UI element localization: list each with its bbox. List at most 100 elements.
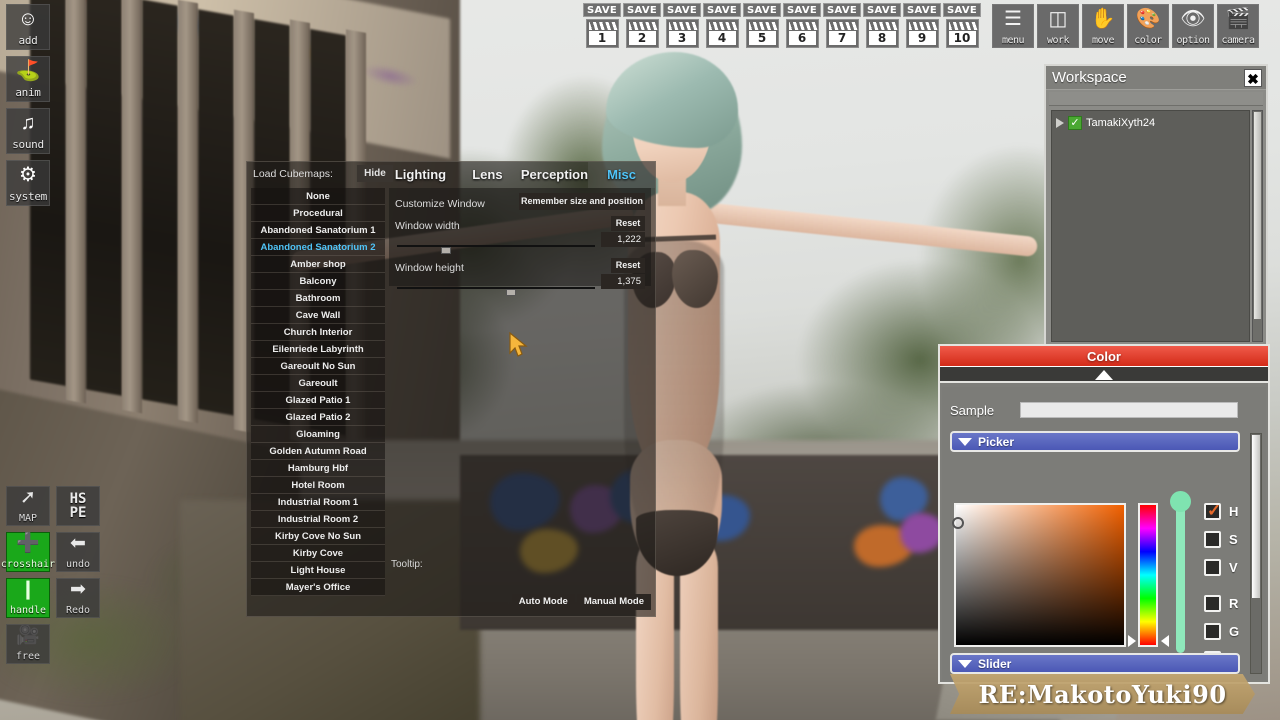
camera-button[interactable]: 🎬 camera [1217,4,1259,48]
menu-button[interactable]: ☰ menu [992,4,1034,48]
cubemap-item[interactable]: Church Interior [251,324,385,341]
save-slot-2[interactable]: SAVE 2 [623,3,661,48]
workspace-titlebar[interactable]: Workspace ✖ [1046,66,1266,90]
sv-cursor-icon[interactable] [952,517,964,529]
window-height-reset-button[interactable]: Reset [611,258,645,273]
color-panel-collapse-handle[interactable] [940,367,1268,383]
cubemap-item[interactable]: Cave Wall [251,307,385,324]
cubemap-item[interactable]: Industrial Room 1 [251,494,385,511]
window-width-slider-track[interactable] [397,245,595,254]
save-slot-3[interactable]: SAVE 3 [663,3,701,48]
window-height-slider-knob[interactable] [505,289,516,296]
tab-lighting[interactable]: Lighting [387,162,454,188]
cubemap-item[interactable]: Glazed Patio 2 [251,409,385,426]
window-width-reset-button[interactable]: Reset [611,216,645,231]
color-panel-title[interactable]: Color [940,346,1268,367]
checkbox-g[interactable] [1204,622,1221,640]
cubemap-item[interactable]: Golden Autumn Road [251,443,385,460]
save-slot-7[interactable]: SAVE 7 [823,3,861,48]
close-icon[interactable]: ✖ [1244,69,1262,87]
manual-mode-button[interactable]: Manual Mode [576,594,651,610]
cubemap-item[interactable]: Hamburg Hbf [251,460,385,477]
checkbox-v[interactable] [1204,558,1221,576]
checkbox-s[interactable] [1204,530,1221,548]
sample-swatch[interactable] [1020,402,1238,418]
color-panel-scrollbar[interactable] [1250,433,1262,674]
save-slot-4[interactable]: SAVE 4 [703,3,741,48]
cubemap-item[interactable]: Kirby Cove [251,545,385,562]
save-slot-1[interactable]: SAVE 1 [583,3,621,48]
cubemap-item[interactable]: Mayer's Office [251,579,385,596]
tool-redo-button[interactable]: ➡ Redo [56,578,100,618]
cubemap-item[interactable]: Industrial Room 2 [251,511,385,528]
save-slot-9[interactable]: SAVE 9 [903,3,941,48]
remember-size-position-button[interactable]: Remember size and position [519,193,645,210]
cubemap-item[interactable]: Eilenriede Labyrinth [251,341,385,358]
tab-perception[interactable]: Perception [521,162,588,188]
list-menu-icon: ☰ [1004,8,1022,30]
save-tag: SAVE [743,3,781,17]
hue-slider[interactable] [1138,503,1158,647]
picker-section-header[interactable]: Picker [950,431,1240,452]
save-slot-10[interactable]: SAVE 10 [943,3,981,48]
scrollbar-thumb[interactable] [1254,112,1261,319]
cubemap-item[interactable]: Light House [251,562,385,579]
tab-lens[interactable]: Lens [454,162,521,188]
cubemap-item[interactable]: Bathroom [251,290,385,307]
list-item[interactable]: ✓ TamakiXyth24 [1056,116,1245,130]
cubemap-item[interactable]: Abandoned Sanatorium 1 [251,222,385,239]
window-width-slider-knob[interactable] [440,247,451,254]
checkbox-h[interactable] [1204,501,1221,521]
cubemap-item[interactable]: Hotel Room [251,477,385,494]
tool-map-button[interactable]: ➚ MAP [6,486,50,526]
save-slot-6[interactable]: SAVE 6 [783,3,821,48]
cubemap-item[interactable]: Gloaming [251,426,385,443]
cubemap-item[interactable]: Gareoult No Sun [251,358,385,375]
auto-mode-button[interactable]: Auto Mode [511,594,575,610]
window-height-value[interactable]: 1,375 [601,274,645,289]
option-button[interactable]: 👁 option [1172,4,1214,48]
workspace-scrollbar[interactable] [1252,110,1263,342]
color-button[interactable]: 🎨 color [1127,4,1169,48]
tool-crosshair-button[interactable]: ➕ crosshair [1,532,55,572]
chevron-up-icon[interactable] [1095,370,1113,380]
expand-triangle-icon[interactable] [1056,118,1064,128]
tool-anim-button[interactable]: ⛳ anim [6,56,50,102]
scrollbar-thumb[interactable] [1252,435,1260,598]
window-height-slider-row[interactable]: 1,375 [395,274,645,298]
checkbox-checked-icon[interactable]: ✓ [1068,116,1082,130]
tool-undo-button[interactable]: ⬅ undo [56,532,100,572]
tab-misc[interactable]: Misc [588,162,655,188]
tool-sound-button[interactable]: ♫ sound [6,108,50,154]
cubemap-item[interactable]: Balcony [251,273,385,290]
cubemap-item[interactable]: Kirby Cove No Sun [251,528,385,545]
checkbox-r[interactable] [1204,594,1221,612]
alpha-knob[interactable] [1170,491,1191,512]
window-height-slider-track[interactable] [397,287,595,296]
cubemap-item[interactable]: Glazed Patio 1 [251,392,385,409]
cubemap-item[interactable]: Amber shop [251,256,385,273]
cubemap-list[interactable]: None Procedural Abandoned Sanatorium 1 A… [251,188,385,612]
mouse-cursor-icon [508,331,530,358]
cubemap-item[interactable]: None [251,188,385,205]
cubemap-item[interactable]: Procedural [251,205,385,222]
cubemap-item-selected[interactable]: Abandoned Sanatorium 2 [251,239,385,256]
save-slot-number: 7 [828,31,856,45]
alpha-track[interactable] [1176,503,1185,653]
workspace-tree[interactable]: ✓ TamakiXyth24 [1051,110,1250,342]
saturation-value-box[interactable] [952,503,1126,647]
tool-add-button[interactable]: ☺ add [6,4,50,50]
tool-hspe-button[interactable]: HS PE [56,486,100,526]
tool-free-camera-button[interactable]: 🎥 free [6,624,50,664]
alpha-slider[interactable]: A [1170,491,1192,668]
move-button[interactable]: ✋ move [1082,4,1124,48]
slider-section-header[interactable]: Slider [950,653,1240,674]
save-slot-8[interactable]: SAVE 8 [863,3,901,48]
window-width-value[interactable]: 1,222 [601,232,645,247]
work-button[interactable]: ◫ work [1037,4,1079,48]
cubemap-item[interactable]: Gareoult [251,375,385,392]
save-slot-5[interactable]: SAVE 5 [743,3,781,48]
tool-system-button[interactable]: ⚙ system [6,160,50,206]
window-width-slider-row[interactable]: 1,222 [395,232,645,256]
tool-handle-button[interactable]: ❙ handle [6,578,50,618]
